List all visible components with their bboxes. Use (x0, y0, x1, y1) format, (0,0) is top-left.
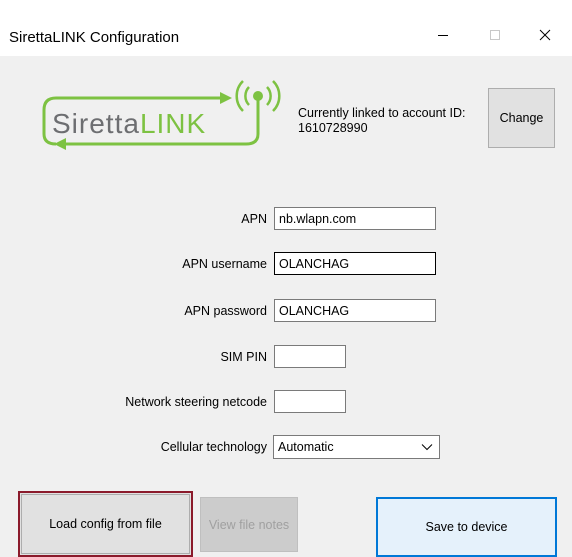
sirettalink-logo: SirettaLINK (42, 80, 281, 150)
close-icon (539, 29, 551, 41)
netcode-field[interactable] (274, 390, 346, 413)
load-config-button[interactable]: Load config from file (18, 491, 193, 557)
logo-text-siretta: Siretta (52, 108, 140, 139)
save-to-device-button[interactable]: Save to device (376, 497, 557, 557)
cellular-technology-label: Cellular technology (160, 440, 267, 454)
apn-label: APN (241, 212, 267, 226)
apn-field[interactable]: nb.wlapn.com (274, 207, 436, 230)
account-info: Currently linked to account ID: 16107289… (298, 106, 483, 136)
load-config-label: Load config from file (21, 494, 190, 554)
change-button[interactable]: Change (488, 88, 555, 148)
chevron-down-icon (421, 444, 433, 451)
sim-pin-field[interactable] (274, 345, 346, 368)
close-button[interactable] (522, 20, 568, 50)
window-title: SirettaLINK Configuration (9, 29, 180, 46)
apn-password-label: APN password (184, 304, 267, 318)
account-label: Currently linked to account ID: (298, 106, 466, 120)
apn-password-field[interactable]: OLANCHAG (274, 299, 436, 322)
account-id: 1610728990 (298, 121, 368, 135)
sim-pin-label: SIM PIN (220, 350, 267, 364)
cellular-technology-value: Automatic (278, 440, 334, 454)
logo-text-link: LINK (140, 108, 206, 139)
title-bar[interactable]: SirettaLINK Configuration (0, 0, 572, 57)
netcode-label: Network steering netcode (125, 395, 267, 409)
configuration-window: SirettaLINK Configuration SirettaLINK Cu… (0, 0, 572, 557)
svg-text:SirettaLINK: SirettaLINK (52, 108, 206, 139)
maximize-icon (490, 30, 500, 40)
apn-username-field[interactable]: OLANCHAG (274, 252, 436, 275)
view-file-notes-button[interactable]: View file notes (200, 497, 298, 552)
apn-username-label: APN username (182, 257, 267, 271)
minimize-icon (438, 35, 448, 36)
maximize-button[interactable] (472, 20, 518, 50)
cellular-technology-select[interactable]: Automatic (273, 435, 440, 459)
minimize-button[interactable] (420, 20, 466, 50)
